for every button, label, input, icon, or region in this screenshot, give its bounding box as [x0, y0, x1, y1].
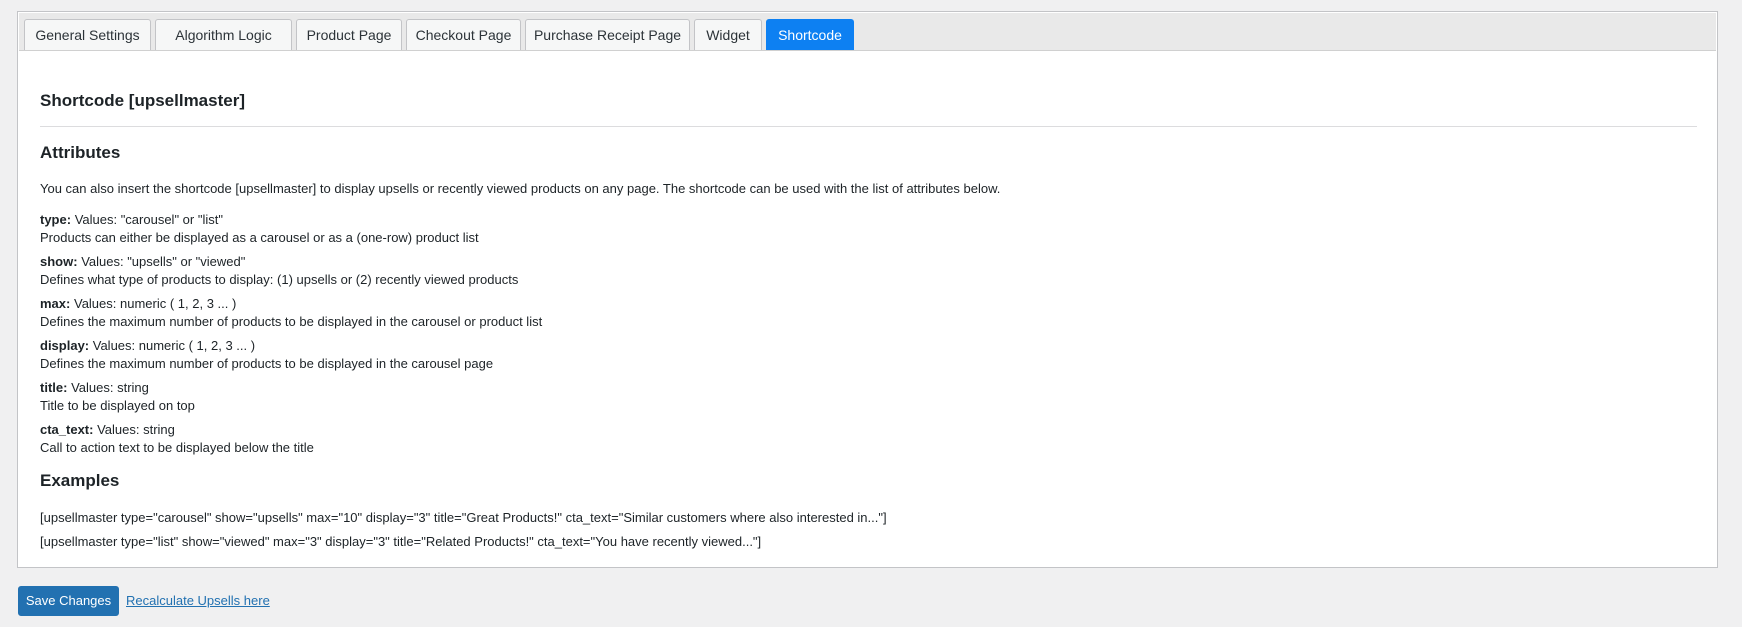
- page-title: Shortcode [upsellmaster]: [40, 91, 245, 110]
- attribute-name: display:: [40, 338, 90, 353]
- attribute-name: type:: [40, 212, 72, 227]
- example-shortcode-1: [upsellmaster type="carousel" show="upse…: [40, 510, 887, 525]
- tab-checkout-page[interactable]: Checkout Page: [406, 19, 521, 50]
- tab-product-page[interactable]: Product Page: [296, 19, 402, 50]
- attribute-values: Values: string: [71, 380, 149, 395]
- settings-panel: General Settings Algorithm Logic Product…: [17, 11, 1718, 568]
- tab-purchase-receipt-page[interactable]: Purchase Receipt Page: [525, 19, 690, 50]
- attribute-description: Products can either be displayed as a ca…: [40, 230, 479, 245]
- attribute-values: Values: numeric ( 1, 2, 3 ... ): [73, 296, 237, 311]
- attribute-description: Title to be displayed on top: [40, 398, 195, 413]
- attribute-values: Values: string: [97, 422, 175, 437]
- attribute-max: max: Values: numeric ( 1, 2, 3 ... ) Def…: [40, 295, 542, 331]
- attribute-values: Values: numeric ( 1, 2, 3 ... ): [92, 338, 256, 353]
- attribute-description: Call to action text to be displayed belo…: [40, 440, 314, 455]
- attribute-display: display: Values: numeric ( 1, 2, 3 ... )…: [40, 337, 493, 373]
- attribute-values: Values: "upsells" or "viewed": [81, 254, 246, 269]
- attribute-name: max:: [40, 296, 71, 311]
- attribute-description: Defines what type of products to display…: [40, 272, 519, 287]
- attribute-name: cta_text:: [40, 422, 94, 437]
- attribute-show: show: Values: "upsells" or "viewed" Defi…: [40, 253, 518, 289]
- attribute-values: Values: "carousel" or "list": [74, 212, 223, 227]
- save-changes-button[interactable]: Save Changes: [18, 586, 119, 616]
- tab-bar: General Settings Algorithm Logic Product…: [19, 13, 1716, 51]
- attribute-description: Defines the maximum number of products t…: [40, 356, 494, 371]
- tab-shortcode[interactable]: Shortcode: [766, 19, 854, 50]
- attribute-name: title:: [40, 380, 68, 395]
- attribute-title: title: Values: string Title to be displa…: [40, 379, 195, 415]
- attribute-type: type: Values: "carousel" or "list" Produ…: [40, 211, 479, 247]
- attribute-name: show:: [40, 254, 78, 269]
- attribute-description: Defines the maximum number of products t…: [40, 314, 543, 329]
- title-divider: [40, 126, 1697, 127]
- attributes-heading: Attributes: [40, 143, 121, 162]
- examples-heading: Examples: [40, 471, 120, 490]
- intro-text: You can also insert the shortcode [upsel…: [40, 181, 1001, 196]
- example-shortcode-2: [upsellmaster type="list" show="viewed" …: [40, 534, 762, 549]
- tab-algorithm-logic[interactable]: Algorithm Logic: [155, 19, 292, 50]
- recalculate-upsells-link[interactable]: Recalculate Upsells here: [126, 593, 270, 608]
- tab-general-settings[interactable]: General Settings: [24, 19, 151, 50]
- attribute-cta-text: cta_text: Values: string Call to action …: [40, 421, 314, 457]
- tab-widget[interactable]: Widget: [694, 19, 762, 50]
